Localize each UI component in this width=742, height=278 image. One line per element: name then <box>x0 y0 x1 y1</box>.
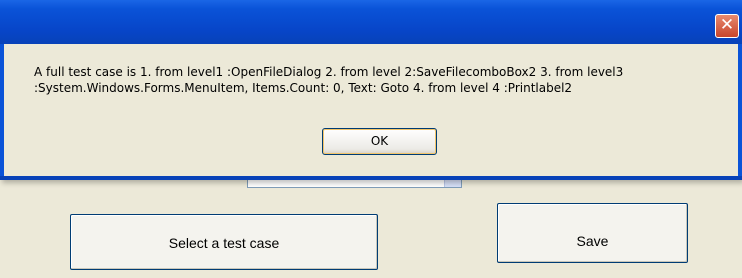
select-test-case-button[interactable]: Select a test case <box>70 214 378 270</box>
dialog-frame-left <box>0 44 4 180</box>
close-icon[interactable]: ✕ <box>715 14 739 38</box>
dialog-message: A full test case is 1. from level1 :Open… <box>34 64 738 96</box>
dialog-titlebar[interactable] <box>0 0 742 44</box>
message-line-1: A full test case is 1. from level1 :Open… <box>34 65 624 79</box>
message-box-dialog: ✕ A full test case is 1. from level1 :Op… <box>0 0 742 180</box>
dialog-frame-bottom <box>0 176 742 180</box>
ok-button[interactable]: OK <box>322 128 437 155</box>
select-test-case-label: Select a test case <box>168 235 280 251</box>
message-line-2: :System.Windows.Forms.MenuItem, Items.Co… <box>34 81 573 95</box>
dialog-frame-right <box>738 44 742 180</box>
save-label: Save <box>576 233 609 249</box>
save-button[interactable]: Save <box>497 203 688 263</box>
